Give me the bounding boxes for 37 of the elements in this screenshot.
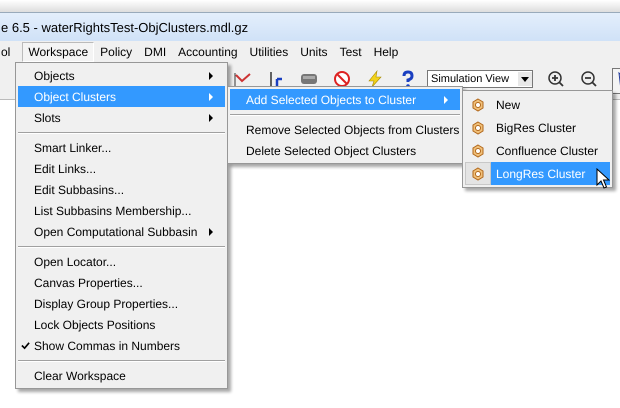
window-title: e 6.5 - waterRightsTest-ObjClusters.mdl.gz — [0, 20, 248, 34]
menu-item[interactable]: Objects — [18, 65, 225, 86]
menu-item[interactable]: Open Computational Subbasin — [18, 221, 225, 242]
menu-item[interactable]: Show Commas in Numbers — [18, 335, 225, 356]
menu-item[interactable]: Lock Objects Positions — [18, 314, 225, 335]
menu-item[interactable]: Remove Selected Objects from Clusters — [230, 119, 460, 140]
menu-item[interactable]: BigRes Cluster — [465, 116, 610, 139]
menu-item[interactable]: Slots — [18, 107, 225, 128]
menu-item[interactable]: Open Locator... — [18, 251, 225, 272]
menu-item[interactable]: Canvas Properties... — [18, 272, 225, 293]
menu-bar-item[interactable]: ol — [0, 42, 16, 62]
menu-item[interactable]: Confluence Cluster — [465, 139, 610, 162]
mouse-cursor-icon — [596, 168, 610, 190]
menu-item[interactable]: Clear Workspace — [18, 365, 225, 386]
menu-item[interactable]: List Subbasins Membership... — [18, 200, 225, 221]
hexagon-icon — [471, 144, 485, 158]
menu-item[interactable]: Smart Linker... — [18, 137, 225, 158]
menu-item[interactable]: Display Group Properties... — [18, 293, 225, 314]
hexagon-icon — [471, 120, 485, 134]
menu-bar-item[interactable]: Accounting — [172, 42, 244, 62]
prohibited-icon[interactable] — [332, 69, 352, 89]
menu-bar-item[interactable]: Test — [334, 42, 368, 62]
menu-bar-item[interactable]: Help — [368, 42, 404, 62]
menu-bar-item[interactable]: Units — [294, 42, 334, 62]
view-select[interactable]: Simulation View — [427, 70, 533, 88]
menu-item[interactable]: Edit Subbasins... — [18, 179, 225, 200]
menu-item[interactable]: Delete Selected Object Clusters — [230, 140, 460, 161]
menu-bar-item[interactable]: Workspace — [22, 42, 94, 62]
menu-bar-item[interactable]: Policy — [94, 42, 138, 62]
menu-bar-item[interactable]: DMI — [138, 42, 172, 62]
menu-item[interactable]: Edit Links... — [18, 158, 225, 179]
zoom-in-icon[interactable] — [546, 69, 566, 89]
hexagon-icon — [471, 166, 485, 180]
menu-bar-item[interactable]: Utilities — [244, 42, 294, 62]
zoom-out-icon[interactable] — [579, 69, 599, 89]
menu-item[interactable]: New — [465, 93, 610, 116]
hexagon-icon — [471, 98, 485, 112]
